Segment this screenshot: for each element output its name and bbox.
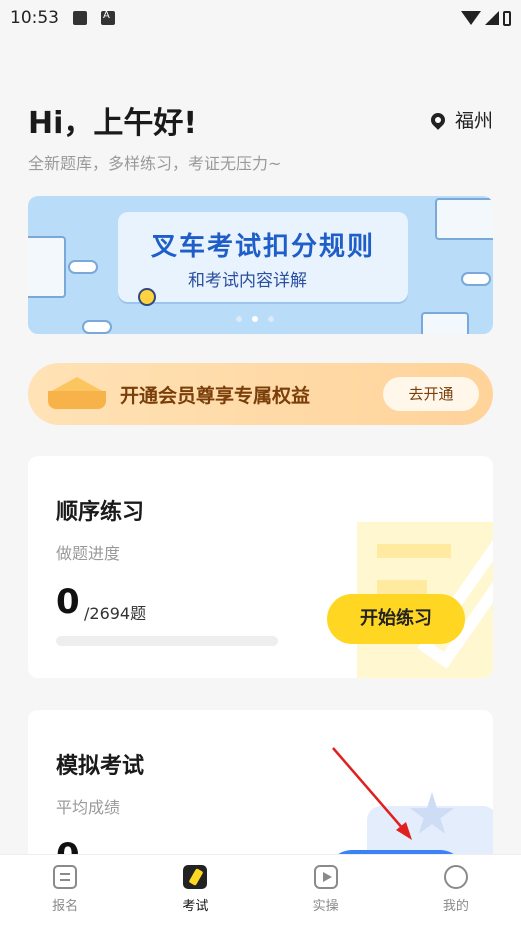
carousel-dot xyxy=(268,316,274,322)
carousel-dot-active xyxy=(252,316,258,322)
banner-subtitle: 和考试内容详解 xyxy=(188,271,307,291)
cloud-illustration xyxy=(461,272,491,286)
tab-register[interactable]: 报名 xyxy=(0,855,130,926)
status-time: 10:53 xyxy=(10,8,59,28)
practice-title: 顺序练习 xyxy=(56,500,145,525)
book-illustration xyxy=(421,312,469,334)
greeting-title: Hi，上午好! xyxy=(28,106,198,141)
tab-label: 我的 xyxy=(442,899,469,914)
greeting-subtitle: 全新题库，多样练习，考证无压力~ xyxy=(28,154,282,173)
banner-card: 叉车考试扣分规则 和考试内容详解 xyxy=(118,212,408,302)
open-vip-button[interactable]: 去开通 xyxy=(383,377,479,411)
promo-banner[interactable]: 叉车考试扣分规则 和考试内容详解 xyxy=(28,196,493,334)
a-icon xyxy=(101,10,115,25)
wifi-icon xyxy=(461,11,481,25)
practice-progress-bar xyxy=(56,636,278,646)
play-icon xyxy=(313,865,338,889)
tab-label: 实操 xyxy=(312,899,339,914)
practice-progress-label: 做题进度 xyxy=(56,544,121,563)
sequential-practice-card[interactable]: 顺序练习 做题进度 0 /2694题 开始练习 xyxy=(28,456,493,678)
register-icon xyxy=(53,865,78,889)
tab-practical[interactable]: 实操 xyxy=(261,855,391,926)
practice-done-count: 0 xyxy=(56,582,80,622)
book-illustration xyxy=(28,236,66,298)
vip-promo-bar[interactable]: 开通会员尊享专属权益 去开通 xyxy=(28,363,493,425)
tab-exam[interactable]: 考试 xyxy=(130,855,260,926)
crown-icon xyxy=(42,377,110,411)
cloud-illustration xyxy=(82,320,112,334)
image-icon xyxy=(73,11,87,25)
profile-icon xyxy=(443,865,468,889)
exam-title: 模拟考试 xyxy=(56,754,145,779)
cloud-illustration xyxy=(68,260,98,274)
start-practice-button[interactable]: 开始练习 xyxy=(327,594,465,644)
exam-score-label: 平均成绩 xyxy=(56,798,121,817)
practice-total-count: /2694题 xyxy=(84,604,147,623)
vip-promo-text: 开通会员尊享专属权益 xyxy=(120,385,311,407)
exam-icon xyxy=(183,865,208,889)
status-bar: 10:53 xyxy=(0,0,521,36)
tab-profile[interactable]: 我的 xyxy=(391,855,521,926)
book-illustration xyxy=(435,198,493,240)
lightbulb-icon xyxy=(138,288,156,306)
banner-title: 叉车考试扣分规则 xyxy=(150,232,375,262)
signal-icon xyxy=(485,11,499,25)
battery-icon xyxy=(503,10,511,26)
location-pin-icon xyxy=(428,109,448,130)
tab-label: 报名 xyxy=(52,899,79,914)
location-label: 福州 xyxy=(454,110,493,132)
carousel-dot xyxy=(236,316,242,322)
location-selector[interactable]: 福州 xyxy=(428,106,493,133)
carousel-indicator xyxy=(236,316,274,322)
bottom-tab-bar: 报名 考试 实操 我的 xyxy=(0,854,521,926)
tab-label: 考试 xyxy=(182,899,209,914)
